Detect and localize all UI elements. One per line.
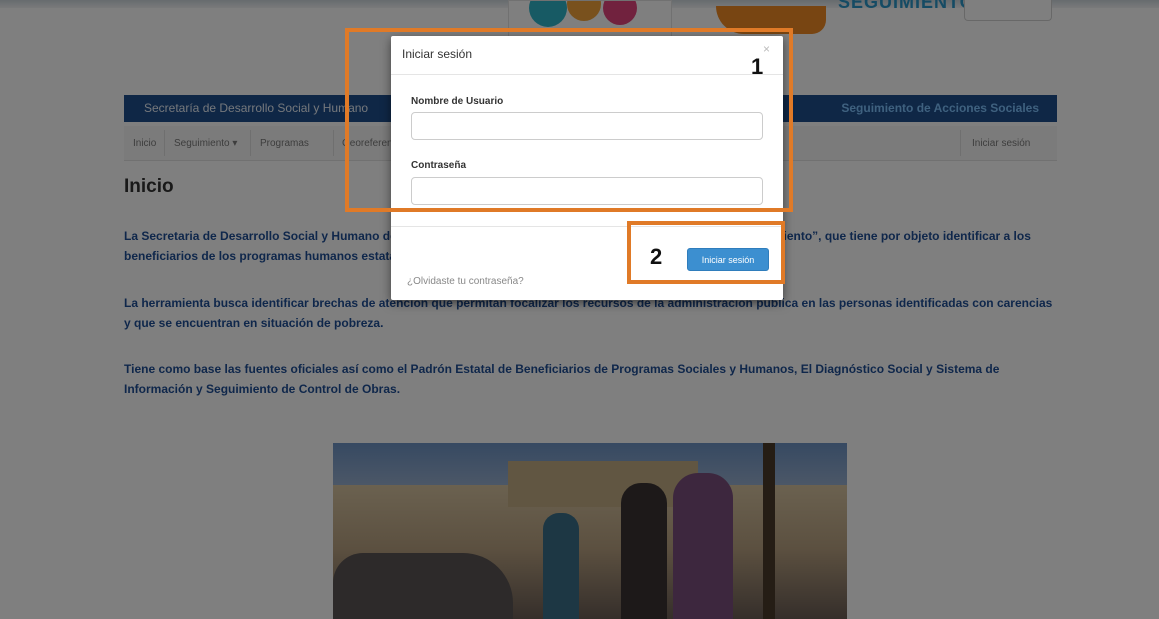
callout-number-2: 2 xyxy=(650,244,663,269)
forgot-password-link[interactable]: ¿Olvidaste tu contraseña? xyxy=(407,276,524,287)
callout-box-1 xyxy=(345,28,793,212)
callout-number-1: 1 xyxy=(751,54,764,79)
